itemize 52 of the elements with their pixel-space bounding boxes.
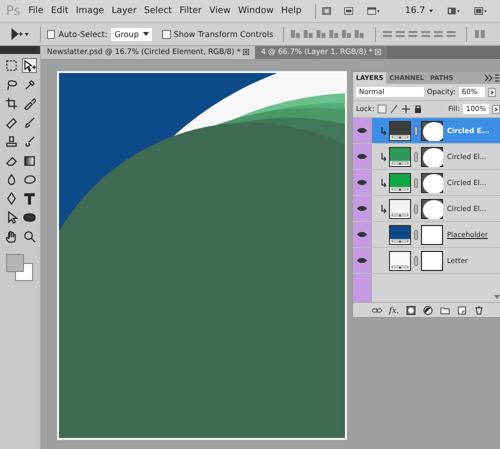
gradient-icon[interactable]: [22, 153, 36, 168]
zoom-level-dropdown[interactable]: 16.7: [405, 6, 426, 16]
panel-menu-icon[interactable]: [484, 74, 500, 82]
move-tool-icon[interactable]: [10, 28, 30, 40]
menu-item[interactable]: Edit: [50, 6, 68, 16]
lock-icons-drawing[interactable]: [377, 104, 422, 114]
color-swatches-icon[interactable]: [6, 254, 34, 282]
menu-item[interactable]: Image: [76, 6, 104, 16]
auto-select-checkbox[interactable]: [46, 30, 56, 38]
menu-item[interactable]: File: [28, 6, 44, 16]
stamp-icon[interactable]: [4, 134, 18, 149]
fill-slider-button[interactable]: [492, 104, 500, 114]
screen-mode-icon[interactable]: [366, 5, 380, 17]
menu-item[interactable]: Select: [144, 6, 172, 16]
eye-icon[interactable]: [357, 258, 367, 263]
new-layer-icon[interactable]: [457, 306, 467, 314]
eye-icon[interactable]: [357, 180, 367, 185]
link-icon[interactable]: [372, 306, 382, 314]
show-transform-label: Show Transform Controls: [174, 30, 274, 38]
menu-item[interactable]: Help: [281, 6, 302, 16]
close-icon[interactable]: [243, 48, 249, 55]
eye-icon[interactable]: [357, 232, 367, 237]
screen-frame-icon[interactable]: [474, 5, 487, 17]
eyedropper-icon[interactable]: [22, 96, 36, 111]
opacity-slider-button[interactable]: [488, 88, 496, 96]
dashed-square-icon[interactable]: [4, 58, 18, 73]
trash-icon[interactable]: [474, 306, 484, 314]
eye-icon[interactable]: [357, 128, 367, 133]
mask-icon[interactable]: [406, 306, 416, 314]
half-circle-icon[interactable]: [423, 306, 433, 314]
ellipse-icon[interactable]: [22, 210, 36, 225]
bandage-icon[interactable]: [4, 115, 18, 130]
menu-item[interactable]: Window: [238, 6, 274, 16]
show-transform-checkbox[interactable]: [162, 30, 171, 38]
caret-icon[interactable]: [429, 9, 434, 13]
hand-icon[interactable]: [4, 229, 18, 244]
eye-icon[interactable]: [357, 154, 367, 159]
auto-select-label: Auto-Select:: [58, 30, 108, 38]
menu-item[interactable]: View: [209, 6, 231, 16]
scroll-down-icon[interactable]: [494, 295, 500, 299]
caret-icon[interactable]: [142, 32, 149, 36]
crop-icon[interactable]: [4, 96, 18, 111]
auto-select-dropdown[interactable]: Group: [111, 28, 152, 40]
folder-icon[interactable]: [440, 306, 450, 314]
menu-item[interactable]: Filter: [179, 6, 202, 16]
zoom-icon[interactable]: [22, 229, 36, 244]
menu-item[interactable]: Layer: [112, 6, 137, 16]
layer-style-button[interactable]: fx.: [388, 306, 399, 314]
app-logo: Ps: [6, 4, 20, 18]
eye-icon[interactable]: [357, 206, 367, 211]
arrange-icon[interactable]: [447, 5, 461, 17]
type-tool-icon[interactable]: [22, 191, 36, 206]
